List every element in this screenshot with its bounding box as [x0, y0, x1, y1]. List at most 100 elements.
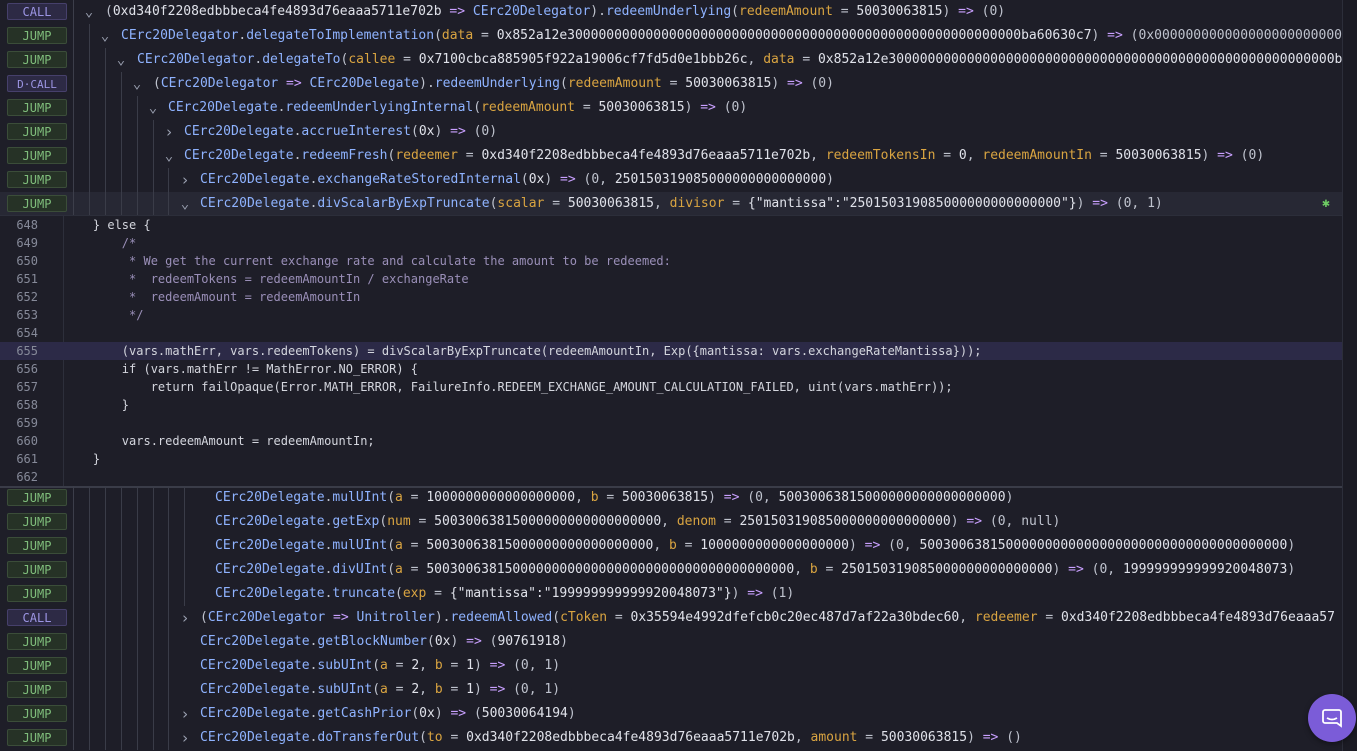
signature-token: scalar	[497, 196, 545, 211]
indent-guide	[89, 702, 90, 726]
signature-token: 0xd340f2208edbbbeca4fe4893d76eaaa5711e70…	[112, 4, 442, 19]
code-line: 651 * redeemTokens = redeemAmountIn / ex…	[0, 270, 1343, 288]
trace-row[interactable]: JUMP ⌄ CErc20Delegate.redeemUnderlyingInte…	[0, 96, 1343, 120]
op-badge: JUMP	[7, 585, 67, 602]
signature-token: (	[395, 586, 403, 601]
code-text: /*	[64, 236, 137, 250]
chevron-right-icon[interactable]: ›	[178, 606, 192, 630]
trace-row[interactable]: JUMP › CErc20Delegate.getCashPrior(0x) => …	[0, 702, 1343, 726]
trace-row[interactable]: CALL ⌄ (0xd340f2208edbbbeca4fe4893d76eaaa5…	[0, 0, 1343, 24]
trace-row[interactable]: D·CALL ⌄ (CErc20Delegator => CErc20Delegat…	[0, 72, 1343, 96]
signature-token: getExp	[332, 514, 380, 529]
signature-token: (	[105, 4, 113, 19]
trace-row[interactable]: JUMP CErc20Delegate.getExp(num = 50030063…	[0, 510, 1343, 534]
signature-token: ,	[419, 682, 435, 697]
chevron-down-icon[interactable]: ⌄	[178, 192, 192, 216]
chevron-down-icon[interactable]: ⌄	[98, 24, 112, 48]
chevron-down-icon[interactable]: ⌄	[162, 144, 176, 168]
trace-row[interactable]: JUMP › CErc20Delegate.accrueInterest(0x) =…	[0, 120, 1343, 144]
signature-token: ,	[810, 148, 826, 163]
signature-token: (0, 1)	[513, 658, 561, 673]
trace-row[interactable]: JUMP CErc20Delegate.mulUInt(a = 100000000…	[0, 486, 1343, 510]
gutter-divider	[73, 702, 74, 726]
chevron-down-icon[interactable]: ⌄	[130, 72, 144, 96]
signature-token: ,	[966, 148, 983, 163]
chevron-right-icon[interactable]: ›	[178, 726, 192, 750]
signature-token: 250150319085000000000000000	[614, 172, 827, 187]
signature-token: =	[715, 514, 740, 529]
signature-token: =	[544, 196, 568, 211]
trace-row[interactable]: JUMP CErc20Delegate.divUInt(a = 500300638…	[0, 558, 1343, 582]
trace-row[interactable]: JUMP ⌄ CErc20Delegate.divScalarByExpTrunca…	[0, 192, 1343, 216]
signature-token: (	[419, 730, 427, 745]
signature-token: CErc20Delegate	[215, 562, 325, 577]
chevron-down-icon[interactable]: ⌄	[146, 96, 160, 120]
trace-row[interactable]: JUMP CErc20Delegate.subUInt(a = 2, b = 1)…	[0, 654, 1343, 678]
gutter-divider	[73, 654, 74, 678]
indent-guide	[105, 630, 106, 654]
signature-token: =	[442, 658, 467, 673]
indent-guide	[153, 654, 154, 678]
signature-token: =	[724, 196, 748, 211]
code-text: * We get the current exchange rate and c…	[64, 254, 671, 268]
trace-row[interactable]: JUMP CErc20Delegate.truncate(exp = {"mant…	[0, 582, 1343, 606]
signature-token: =>	[950, 4, 982, 19]
trace-row[interactable]: JUMP › CErc20Delegate.doTransferOut(to = 0…	[0, 726, 1343, 750]
signature-token: doTransferOut	[317, 730, 420, 745]
signature-token: 50030064194	[481, 706, 568, 721]
code-line: 656 if (vars.mathErr != MathError.NO_ERR…	[0, 360, 1343, 378]
trace-row[interactable]: JUMP CErc20Delegate.getBlockNumber(0x) =>…	[0, 630, 1343, 654]
chevron-down-icon[interactable]: ⌄	[114, 48, 128, 72]
signature-token: CErc20Delegate	[215, 586, 325, 601]
indent-guide	[121, 72, 122, 96]
signature-token: {"mantissa":"199999999999920048073"}	[449, 586, 732, 601]
trace-row[interactable]: JUMP ⌄ CErc20Delegator.delegateToImplement…	[0, 24, 1343, 48]
signature-token: (0, null)	[989, 514, 1061, 529]
op-badge: JUMP	[7, 147, 67, 164]
chevron-down-icon[interactable]: ⌄	[82, 0, 96, 24]
signature-token: b	[809, 562, 818, 577]
signature-token: (0)	[473, 124, 498, 139]
code-line: 655 (vars.mathErr, vars.redeemTokens) = …	[0, 342, 1343, 360]
vertical-scrollbar[interactable]	[1342, 0, 1357, 751]
chevron-right-icon[interactable]: ›	[162, 120, 176, 144]
trace-row[interactable]: JUMP ⌄ CErc20Delegator.delegateTo(callee =…	[0, 48, 1343, 72]
trace-row[interactable]: JUMP ⌄ CErc20Delegate.redeemFresh(redeemer…	[0, 144, 1343, 168]
signature-token: )	[1287, 562, 1296, 577]
line-number: 657	[16, 380, 38, 394]
signature-token: )	[473, 658, 482, 673]
code-text: (vars.mathErr, vars.redeemTokens) = divS…	[64, 344, 982, 358]
line-number: 660	[16, 434, 38, 448]
signature-token: =	[1037, 610, 1062, 625]
indent-guide	[137, 702, 138, 726]
indent-guide	[89, 534, 90, 558]
signature-token: 50030063815	[1115, 148, 1202, 163]
signature-token: 50030063815000000000000000000	[434, 514, 662, 529]
line-number: 654	[16, 326, 38, 340]
signature-token: =	[832, 4, 857, 19]
chevron-right-icon[interactable]: ›	[178, 168, 192, 192]
line-number: 658	[16, 398, 38, 412]
signature-token: =>	[278, 76, 310, 91]
line-number: 650	[16, 254, 38, 268]
trace-row[interactable]: JUMP › CErc20Delegate.exchangeRateStoredIn…	[0, 168, 1343, 192]
signature-token: =	[426, 586, 450, 601]
bug-icon[interactable]: ✱	[1319, 197, 1333, 211]
signature-token: =	[935, 148, 959, 163]
trace-row[interactable]: JUMP CErc20Delegate.subUInt(a = 2, b = 1)…	[0, 678, 1343, 702]
code-text: if (vars.mathErr != MathError.NO_ERROR) …	[64, 362, 419, 376]
op-badge: CALL	[7, 3, 67, 20]
indent-guide	[137, 510, 138, 534]
line-number: 652	[16, 290, 38, 304]
trace-row[interactable]: JUMP CErc20Delegate.mulUInt(a = 500300638…	[0, 534, 1343, 558]
line-number: 649	[16, 236, 38, 250]
call-signature: CErc20Delegator.delegateTo(callee = 0x71…	[137, 48, 1342, 72]
indent-guide	[137, 630, 138, 654]
chat-support-button[interactable]	[1308, 694, 1356, 742]
chevron-right-icon[interactable]: ›	[178, 702, 192, 726]
signature-token: redeemFresh	[301, 148, 388, 163]
indent-guide	[168, 726, 169, 750]
signature-token: cToken	[560, 610, 608, 625]
trace-row[interactable]: CALL › (CErc20Delegator => Unitroller).red…	[0, 606, 1343, 630]
signature-token: (0,	[583, 172, 615, 187]
